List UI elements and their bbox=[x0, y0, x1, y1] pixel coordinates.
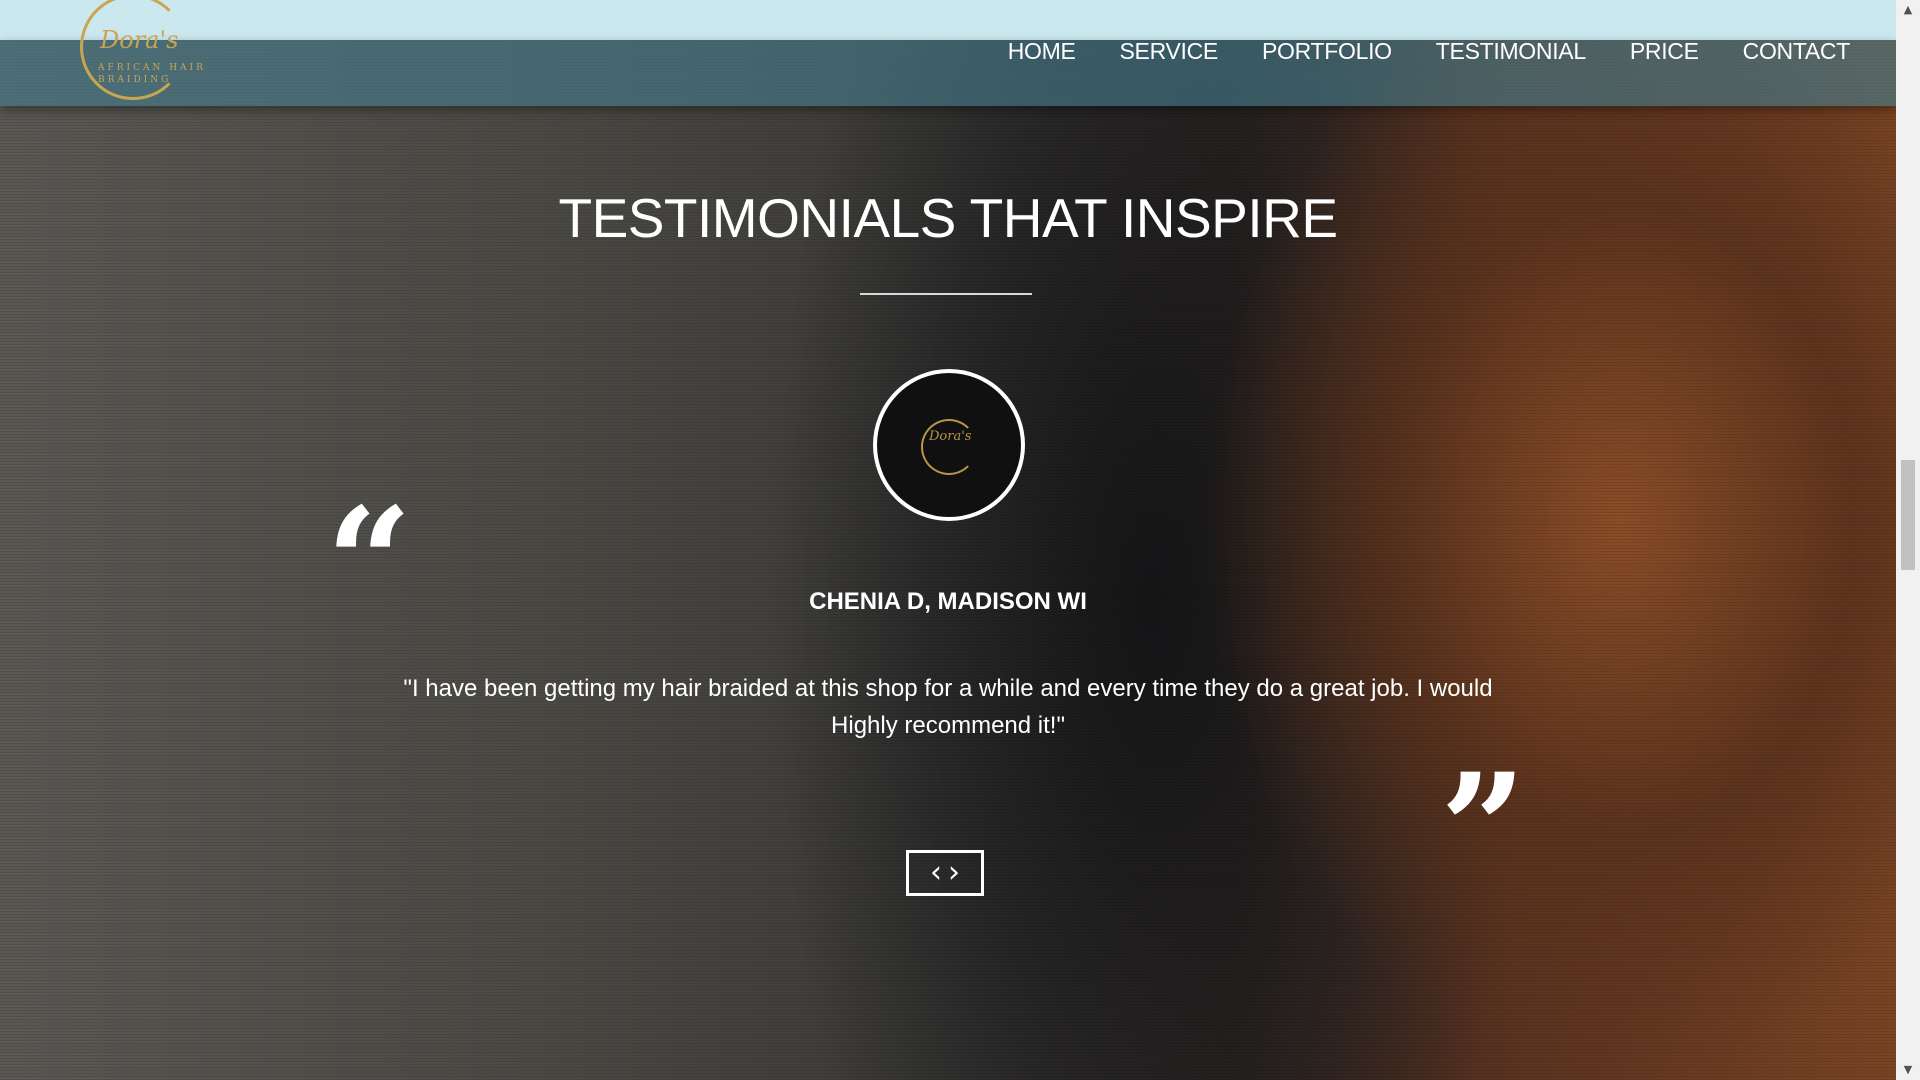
main-nav: HOME SERVICE PORTFOLIO TESTIMONIAL PRICE… bbox=[1008, 38, 1851, 65]
testimonial-avatar: Dora's bbox=[873, 369, 1025, 521]
scroll-thumb[interactable] bbox=[1901, 460, 1915, 570]
nav-price[interactable]: PRICE bbox=[1630, 38, 1699, 65]
scroll-down-arrow-icon[interactable]: ▼ bbox=[1896, 1060, 1920, 1080]
avatar-logo-text: Dora's bbox=[929, 429, 972, 444]
nav-service[interactable]: SERVICE bbox=[1120, 38, 1219, 65]
testimonial-author: CHENIA D, MADISON WI bbox=[809, 588, 1087, 615]
logo-script-text: Dora's bbox=[100, 26, 179, 54]
nav-portfolio[interactable]: PORTFOLIO bbox=[1262, 38, 1392, 65]
page-scrollbar[interactable]: ▲ ▼ bbox=[1896, 0, 1920, 1080]
top-strip bbox=[0, 0, 1896, 40]
avatar-logo-ring bbox=[921, 419, 977, 475]
chevron-right-icon[interactable]: › bbox=[948, 858, 960, 888]
background-photo bbox=[0, 0, 1896, 1080]
carousel-controls: ‹ › bbox=[906, 850, 984, 896]
close-quote-icon: ” bbox=[1440, 741, 1527, 917]
title-divider bbox=[860, 293, 1032, 295]
nav-contact[interactable]: CONTACT bbox=[1743, 38, 1851, 65]
brand-logo[interactable]: Dora's AFRICAN HAIR BRAIDING bbox=[76, 0, 216, 100]
testimonial-section: Dora's AFRICAN HAIR BRAIDING HOME SERVIC… bbox=[0, 0, 1896, 1080]
section-title: TESTIMONIALS THAT INSPIRE bbox=[558, 187, 1338, 249]
testimonial-text: "I have been getting my hair braided at … bbox=[403, 675, 1493, 739]
nav-testimonial[interactable]: TESTIMONIAL bbox=[1436, 38, 1586, 65]
scroll-up-arrow-icon[interactable]: ▲ bbox=[1896, 0, 1920, 20]
nav-home[interactable]: HOME bbox=[1008, 38, 1076, 65]
logo-subtitle: AFRICAN HAIR BRAIDING bbox=[98, 63, 206, 85]
chevron-left-icon[interactable]: ‹ bbox=[930, 858, 942, 888]
